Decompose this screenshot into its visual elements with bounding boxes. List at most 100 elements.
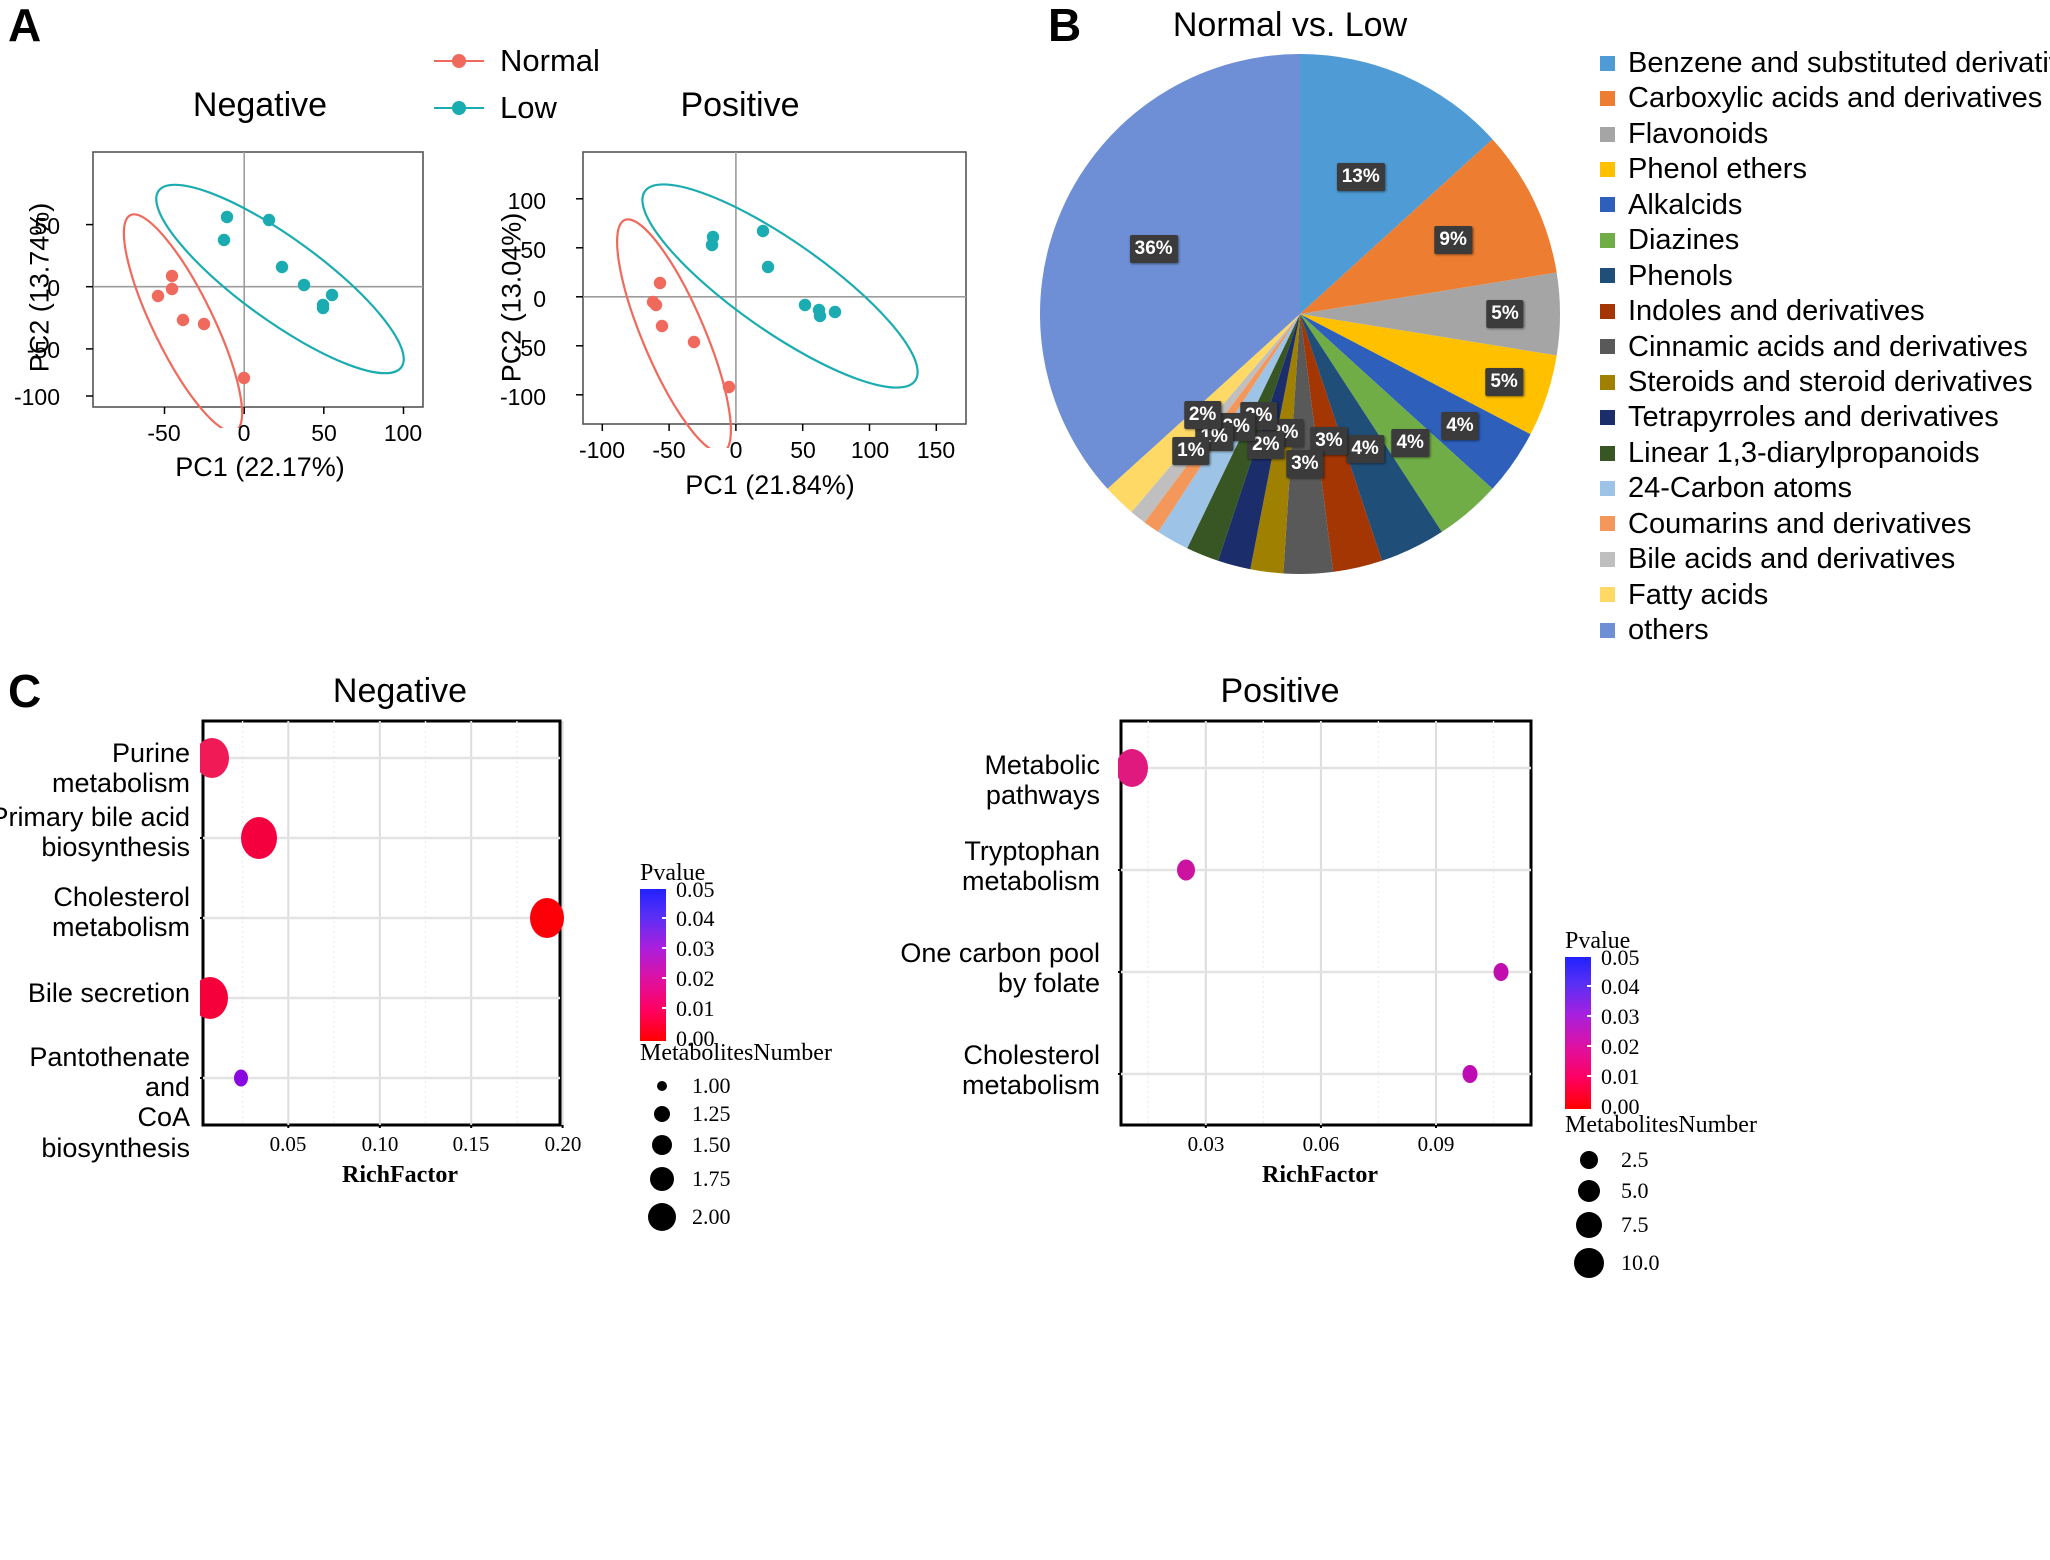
- pie-legend-swatch-icon: [1600, 91, 1615, 107]
- pca-neg-xtick-0: 0: [237, 420, 251, 446]
- pca-legend-item-normal[interactable]: Normal: [432, 44, 600, 78]
- pca-legend-label-low: Low: [500, 89, 557, 125]
- pie-legend-item[interactable]: others: [1600, 615, 2050, 645]
- pca-pos-xtick--50: -50: [652, 437, 686, 463]
- pie-legend-item[interactable]: Cinnamic acids and derivatives: [1600, 331, 2050, 362]
- size-value-100: 10.0: [1621, 1250, 1660, 1275]
- kegg-neg-cat-pantothenate: Pantothenate and CoA biosynthesis: [29, 1042, 190, 1163]
- pie-legend-swatch-icon: [1600, 622, 1615, 638]
- pie-legend-item[interactable]: Alkalcids: [1600, 188, 2050, 221]
- kegg-neg-xtick-005: 0.05: [269, 1132, 307, 1156]
- pie-legend-swatch-icon: [1600, 126, 1615, 142]
- panel-c-letter: C: [8, 665, 42, 717]
- pie-percent-label: 36%: [1129, 235, 1178, 264]
- kegg-pos-xtick-003: 0.03: [1187, 1132, 1225, 1156]
- pie-percent-label: 9%: [1434, 226, 1472, 255]
- size-marker-175-icon: [650, 1167, 674, 1191]
- pie-title: Normal vs. Low: [1172, 6, 1408, 44]
- pca-legend: Normal Low: [432, 44, 600, 129]
- pie-legend-label: Indoles and derivatives: [1628, 295, 1925, 328]
- pca-legend-item-low[interactable]: Low: [432, 89, 600, 125]
- pie-percent-label: 3%: [1286, 449, 1324, 478]
- pie-percent-label: 13%: [1336, 162, 1385, 191]
- pie-legend-swatch-icon: [1600, 551, 1615, 567]
- pie-legend-item[interactable]: Diazines: [1600, 225, 2050, 256]
- pie-legend-label: Coumarins and derivatives: [1628, 507, 1972, 540]
- kegg-positive-title: Positive: [1220, 672, 1340, 710]
- bubble-one-carbon-pool-by-folate[interactable]: [1493, 963, 1509, 981]
- pvalue-tick-001: 0.01: [676, 996, 715, 1021]
- bubble-cholesterol-metabolism[interactable]: [1462, 1065, 1478, 1083]
- pca-negative-ylabel: PC2 (13.74%): [24, 202, 55, 373]
- pie-percent-label: 2%: [1183, 400, 1222, 429]
- pie-legend-label: Bile acids and derivatives: [1628, 543, 1956, 576]
- pvalue-tick-003: 0.03: [1601, 1004, 1640, 1029]
- kegg-negative-xlabel: RichFactor: [342, 1162, 458, 1188]
- size-marker-200-icon: [648, 1203, 676, 1231]
- pca-pos-xtick-150: 150: [916, 437, 956, 463]
- pvalue-tick-004: 0.04: [676, 906, 715, 931]
- pie-legend-swatch-icon: [1600, 445, 1615, 461]
- size-marker-100-icon: [657, 1081, 667, 1091]
- kegg-negative-title: Negative: [332, 672, 468, 710]
- pie-legend-item[interactable]: Fatty acids: [1600, 578, 2050, 611]
- pvalue-tick-003: 0.03: [676, 936, 715, 961]
- pvalue-colorbar: [640, 889, 674, 1041]
- pie-legend-item[interactable]: 24-Carbon atoms: [1600, 473, 2050, 504]
- pca-neg-xtick-50: 50: [311, 420, 337, 446]
- bubble-cholesterol-metabolism[interactable]: [530, 898, 564, 938]
- pie-legend-item[interactable]: Tetrapyrroles and derivatives: [1600, 402, 2050, 433]
- pca-positive-xlabel: PC1 (21.84%): [685, 470, 855, 500]
- pie-legend-swatch-icon: [1600, 587, 1615, 603]
- size-value-25: 2.5: [1621, 1147, 1649, 1172]
- pie-legend-label: Fatty acids: [1628, 578, 1769, 611]
- kegg-neg-xtick-015: 0.15: [452, 1132, 490, 1156]
- panel-a-letter: A: [8, 0, 42, 51]
- pie-legend-item[interactable]: Steroids and steroid derivatives: [1600, 365, 2050, 398]
- kegg-positive-xlabel: RichFactor: [1262, 1162, 1378, 1188]
- pca-negative-plot: [68, 148, 428, 428]
- bubble-pantothenate-and-coa-biosynthesis[interactable]: [234, 1069, 248, 1087]
- pie-legend-label: Steroids and steroid derivatives: [1628, 365, 2033, 398]
- kegg-neg-xtick-010: 0.10: [361, 1132, 399, 1156]
- pie-legend-swatch-icon: [1600, 232, 1615, 248]
- pie-legend-item[interactable]: Phenol ethers: [1600, 154, 2050, 185]
- pie-legend-swatch-icon: [1600, 55, 1615, 71]
- kegg-pos-cat-one-carbon-pool: One carbon pool by folate: [900, 938, 1100, 999]
- pie-legend-item[interactable]: Carboxylic acids and derivatives: [1600, 83, 2050, 114]
- size-value-100: 1.00: [692, 1073, 731, 1098]
- low-legend-marker-icon: [434, 100, 484, 115]
- pie-legend-item[interactable]: Flavonoids: [1600, 118, 2050, 149]
- kegg-pos-size-legend-title: MetabolitesNumber: [1565, 1112, 1757, 1138]
- bubble-primary-bile-acid-biosynthesis[interactable]: [241, 817, 277, 859]
- pca-positive-title: Positive: [680, 86, 800, 124]
- size-marker-25-icon: [1580, 1151, 1598, 1169]
- pie-legend-swatch-icon: [1600, 480, 1615, 496]
- size-value-125: 1.25: [692, 1101, 731, 1126]
- pie-legend-item[interactable]: Linear 1,3-diarylpropanoids: [1600, 436, 2050, 469]
- bubble-tryptophan-metabolism[interactable]: [1177, 859, 1195, 881]
- pie-legend-swatch-icon: [1600, 516, 1615, 532]
- pie-legend-item[interactable]: Indoles and derivatives: [1600, 295, 2050, 328]
- pie-legend-label: Benzene and substituted derivatives: [1628, 47, 2050, 79]
- pie-legend-swatch-icon: [1600, 303, 1615, 319]
- pie-percent-label: 4%: [1346, 435, 1384, 464]
- size-value-200: 2.00: [692, 1204, 731, 1229]
- pie-percent-label: 5%: [1486, 300, 1524, 328]
- kegg-pos-size-legend: MetabolitesNumber 2.5 5.0 7.5 10.0: [1565, 1112, 1757, 1283]
- kegg-positive-svg: [1118, 719, 1533, 1128]
- kegg-neg-size-legend: MetabolitesNumber 1.00 1.25 1.50 1.75 2.…: [640, 1040, 832, 1237]
- pie-legend-swatch-icon: [1600, 339, 1615, 355]
- pca-pos-xtick--100: -100: [578, 437, 626, 463]
- pie-legend-item[interactable]: Phenols: [1600, 260, 2050, 291]
- pie-legend-swatch-icon: [1600, 197, 1615, 213]
- pie-legend-item[interactable]: Bile acids and derivatives: [1600, 543, 2050, 576]
- pie-legend-label: Linear 1,3-diarylpropanoids: [1628, 436, 1980, 469]
- kegg-pos-cat-tryptophan-metabolism: Tryptophan metabolism: [961, 836, 1100, 897]
- kegg-pos-pvalue-legend: Pvalue 0.05 0.04 0.03 0.02 0.01 0.00: [1565, 928, 1671, 1119]
- pie-legend-item[interactable]: Coumarins and derivatives: [1600, 507, 2050, 540]
- kegg-neg-cat-primary-bile-acid: Primary bile acid biosynthesis: [0, 802, 190, 863]
- pie-legend-item[interactable]: Benzene and substituted derivatives: [1600, 48, 2050, 78]
- pca-negative-xlabel: PC1 (22.17%): [175, 452, 345, 482]
- pie-legend-label: Alkalcids: [1628, 188, 1743, 221]
